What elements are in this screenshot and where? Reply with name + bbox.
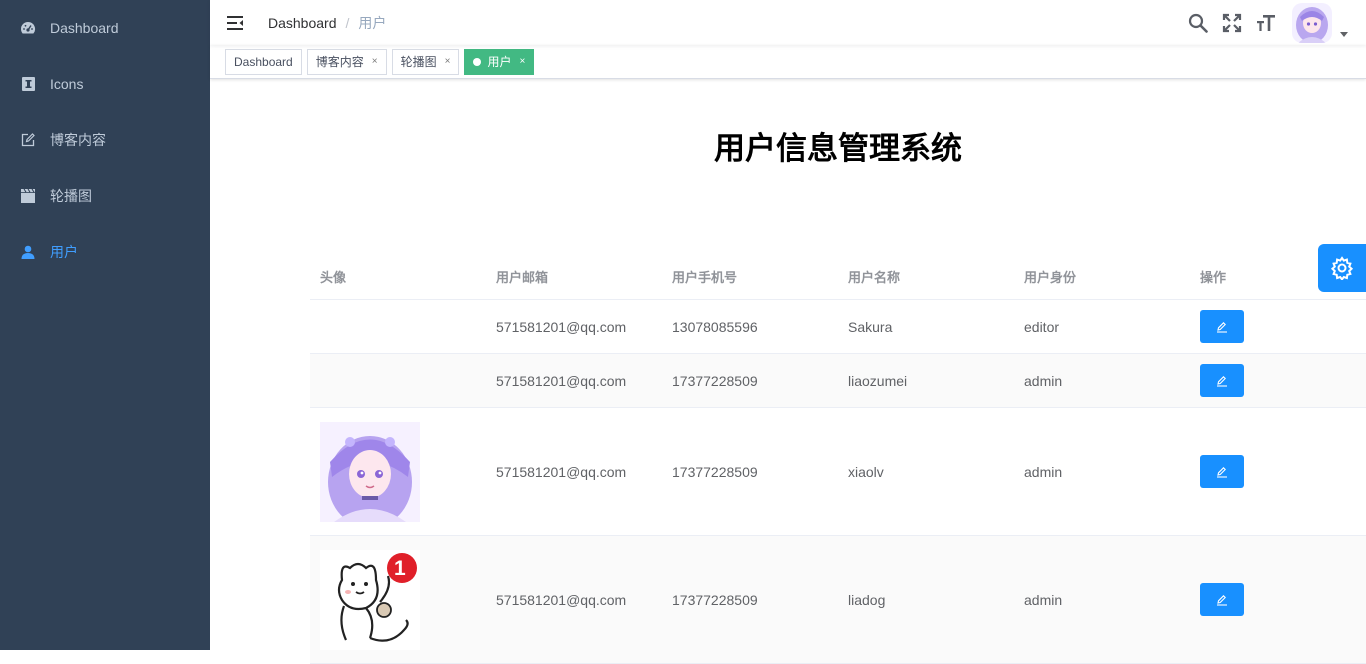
sidebar-item-label: 轮播图 [50, 188, 92, 204]
phone-cell: 17377228509 [672, 463, 758, 480]
name-cell: Sakura [848, 318, 893, 335]
table-header: 头像 用户邮箱 用户手机号 用户名称 用户身份 操作 [310, 254, 1366, 300]
close-icon[interactable]: × [519, 56, 525, 67]
sidebar-item-label: Dashboard [50, 20, 119, 36]
page-title: 用户信息管理系统 [714, 131, 962, 166]
breadcrumb-separator: / [345, 14, 350, 31]
sidebar-item-label: 用户 [50, 244, 78, 260]
email-cell: 571581201@qq.com [496, 591, 627, 608]
active-dot-icon [473, 57, 482, 66]
phone-cell: 17377228509 [672, 372, 758, 389]
actions-cell [1190, 583, 1366, 616]
tag-dashboard[interactable]: Dashboard [225, 48, 302, 75]
header-name: 用户名称 [848, 270, 901, 285]
tag-label: 用户 [487, 55, 512, 69]
avatar-cell: 1 [310, 549, 486, 650]
sidebar-item-dashboard[interactable]: Dashboard [0, 0, 210, 56]
table-row: 1 571581201@qq.com 17377228509 liadog ad… [310, 536, 1366, 664]
notification-badge: 1 [394, 556, 406, 580]
main: Dashboard / 用户 Dashboard 博客内容 × 轮播图 × 用户… [210, 0, 1366, 664]
phone-cell: 13078085596 [672, 318, 758, 335]
user-avatar-image [320, 421, 420, 522]
sidebar-item-blog[interactable]: 博客内容 [0, 112, 210, 168]
sidebar-item-label: 博客内容 [50, 132, 106, 148]
sidebar-item-label: Icons [50, 76, 84, 92]
edit-icon [1217, 375, 1227, 387]
sidebar-item-icons[interactable]: Icons [0, 56, 210, 112]
phone-cell: 17377228509 [672, 591, 758, 608]
header-role: 用户身份 [1024, 270, 1077, 285]
dashboard-icon [20, 20, 36, 36]
close-icon[interactable]: × [372, 56, 378, 67]
user-avatar-dropdown[interactable] [1292, 2, 1348, 43]
edit-icon [1217, 466, 1227, 478]
tag-label: Dashboard [234, 54, 293, 69]
edit-button[interactable] [1200, 310, 1244, 343]
avatar [1292, 2, 1332, 43]
role-cell: admin [1024, 463, 1063, 480]
avatar-cell [310, 421, 486, 522]
tag-label: 轮播图 [400, 55, 437, 69]
sidebar: Dashboard Icons 博客内容 轮播图 用户 [0, 0, 210, 650]
table-row: 571581201@qq.com 13078085596 Sakura edit… [310, 300, 1366, 354]
hamburger-icon[interactable] [226, 14, 244, 32]
content: 用户信息管理系统 头像 用户邮箱 用户手机号 用户名称 用户身份 操作 5715… [210, 131, 1366, 664]
tag-user[interactable]: 用户 × [464, 48, 535, 75]
edit-button[interactable] [1200, 455, 1244, 488]
email-cell: 571581201@qq.com [496, 318, 627, 335]
cat-avatar-image: 1 [320, 549, 420, 650]
edit-button[interactable] [1200, 583, 1244, 616]
edit-button[interactable] [1200, 364, 1244, 397]
role-cell: editor [1024, 318, 1060, 335]
sidebar-item-user[interactable]: 用户 [0, 224, 210, 280]
user-icon [20, 244, 36, 260]
edit-icon [1217, 594, 1227, 606]
edit-icon [1217, 321, 1227, 333]
search-icon[interactable] [1186, 11, 1210, 35]
close-icon[interactable]: × [445, 56, 451, 67]
actions-cell [1190, 364, 1366, 397]
breadcrumb-current: 用户 [358, 14, 387, 31]
icons-icon [20, 76, 36, 92]
tag-carousel[interactable]: 轮播图 × [391, 48, 460, 75]
clapper-icon [20, 188, 36, 204]
role-cell: admin [1024, 372, 1063, 389]
table-row: 571581201@qq.com 17377228509 liaozumei a… [310, 354, 1366, 408]
tag-blog[interactable]: 博客内容 × [306, 48, 387, 75]
edit-icon [20, 132, 36, 148]
name-cell: xiaolv [848, 463, 884, 480]
tag-label: 博客内容 [315, 55, 364, 69]
gear-icon [1330, 256, 1354, 280]
font-size-icon[interactable] [1254, 11, 1278, 35]
right-menu [1186, 0, 1366, 45]
breadcrumb-home[interactable]: Dashboard [268, 15, 337, 31]
header-email: 用户邮箱 [496, 270, 549, 285]
tags-view: Dashboard 博客内容 × 轮播图 × 用户 × [210, 45, 1366, 79]
name-cell: liaozumei [848, 372, 908, 389]
chevron-down-icon [1340, 31, 1348, 37]
header-phone: 用户手机号 [672, 270, 738, 285]
navbar: Dashboard / 用户 [210, 0, 1366, 45]
name-cell: liadog [848, 591, 886, 608]
fullscreen-icon[interactable] [1220, 11, 1244, 35]
actions-cell [1190, 455, 1366, 488]
user-table: 头像 用户邮箱 用户手机号 用户名称 用户身份 操作 571581201@qq.… [310, 254, 1366, 664]
header-avatar: 头像 [320, 270, 347, 285]
role-cell: admin [1024, 591, 1063, 608]
actions-cell [1190, 310, 1366, 343]
settings-button[interactable] [1318, 244, 1366, 292]
table-row: 571581201@qq.com 17377228509 xiaolv admi… [310, 408, 1366, 536]
sidebar-item-carousel[interactable]: 轮播图 [0, 168, 210, 224]
email-cell: 571581201@qq.com [496, 372, 627, 389]
email-cell: 571581201@qq.com [496, 463, 627, 480]
breadcrumb: Dashboard / 用户 [268, 13, 386, 33]
